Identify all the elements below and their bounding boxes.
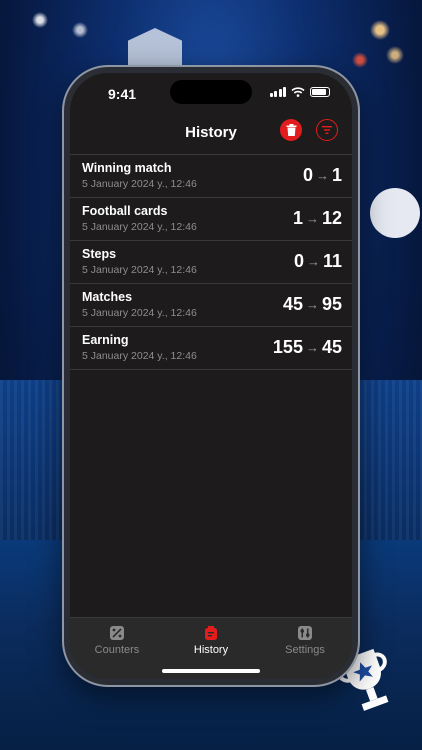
page-title: History bbox=[185, 124, 237, 141]
tab-counters[interactable]: Counters bbox=[70, 626, 164, 656]
cellular-signal-icon bbox=[269, 87, 286, 97]
history-item-name: Earning bbox=[82, 333, 129, 347]
value-to: 11 bbox=[322, 251, 342, 271]
arrow-right-icon: → bbox=[305, 297, 319, 312]
value-from: 0 bbox=[302, 165, 313, 185]
history-item-change: 0 → 1 bbox=[303, 165, 342, 186]
history-icon bbox=[205, 626, 217, 640]
value-to: 95 bbox=[321, 294, 342, 314]
history-item[interactable]: Earning 5 January 2024 y., 12:46 155 → 4… bbox=[70, 327, 352, 370]
history-item[interactable]: Steps 5 January 2024 y., 12:46 0 → 11 bbox=[70, 241, 352, 284]
history-item[interactable]: Matches 5 January 2024 y., 12:46 45 → 95 bbox=[70, 284, 352, 327]
value-from: 1 bbox=[292, 208, 303, 228]
tab-settings[interactable]: Settings bbox=[258, 626, 352, 656]
arrow-right-icon: → bbox=[305, 340, 319, 355]
trash-icon bbox=[286, 124, 296, 136]
wifi-icon bbox=[291, 87, 305, 97]
arrow-right-icon: → bbox=[306, 254, 320, 269]
tab-label: Counters bbox=[94, 644, 140, 656]
dynamic-island bbox=[170, 80, 252, 104]
settings-icon bbox=[298, 626, 312, 640]
tab-history[interactable]: History bbox=[164, 626, 258, 656]
history-item-date: 5 January 2024 y., 12:46 bbox=[82, 178, 197, 190]
history-item[interactable]: Football cards 5 January 2024 y., 12:46 … bbox=[70, 198, 352, 241]
decorative-circle bbox=[370, 188, 420, 238]
tab-label: Settings bbox=[285, 644, 325, 656]
history-item-change: 45 → 95 bbox=[283, 294, 342, 315]
history-list: Winning match 5 January 2024 y., 12:46 0… bbox=[70, 154, 352, 370]
filter-button[interactable] bbox=[316, 119, 338, 141]
history-item-date: 5 January 2024 y., 12:46 bbox=[82, 350, 197, 362]
history-item-date: 5 January 2024 y., 12:46 bbox=[82, 221, 197, 233]
status-time: 9:41 bbox=[108, 86, 137, 102]
status-icons bbox=[269, 87, 330, 97]
value-from: 45 bbox=[282, 294, 303, 314]
history-item-change: 1 → 12 bbox=[293, 208, 342, 229]
tab-label: History bbox=[193, 644, 229, 656]
history-item-date: 5 January 2024 y., 12:46 bbox=[82, 264, 197, 276]
history-item-name: Winning match bbox=[82, 161, 172, 175]
history-item-name: Steps bbox=[82, 247, 117, 261]
value-to: 45 bbox=[321, 337, 342, 357]
history-item[interactable]: Winning match 5 January 2024 y., 12:46 0… bbox=[70, 155, 352, 198]
header: History bbox=[70, 113, 352, 153]
arrow-right-icon: → bbox=[305, 211, 319, 226]
history-item-name: Football cards bbox=[82, 204, 168, 218]
value-to: 1 bbox=[331, 165, 342, 185]
home-indicator[interactable] bbox=[162, 669, 260, 673]
history-item-name: Matches bbox=[82, 290, 133, 304]
delete-history-button[interactable] bbox=[280, 119, 302, 141]
app-screen: 9:41 History Winning match 5 January 202… bbox=[70, 73, 352, 679]
history-item-change: 0 → 11 bbox=[294, 251, 342, 272]
battery-icon bbox=[310, 87, 330, 97]
value-from: 0 bbox=[293, 251, 304, 271]
phone-frame: 9:41 History Winning match 5 January 202… bbox=[62, 65, 360, 687]
value-to: 12 bbox=[321, 208, 342, 228]
status-bar: 9:41 bbox=[70, 73, 352, 113]
value-from: 155 bbox=[272, 337, 303, 357]
history-item-date: 5 January 2024 y., 12:46 bbox=[82, 307, 197, 319]
counters-icon bbox=[110, 626, 124, 640]
filter-icon bbox=[322, 126, 332, 134]
history-item-change: 155 → 45 bbox=[273, 337, 342, 358]
arrow-right-icon: → bbox=[315, 168, 329, 183]
